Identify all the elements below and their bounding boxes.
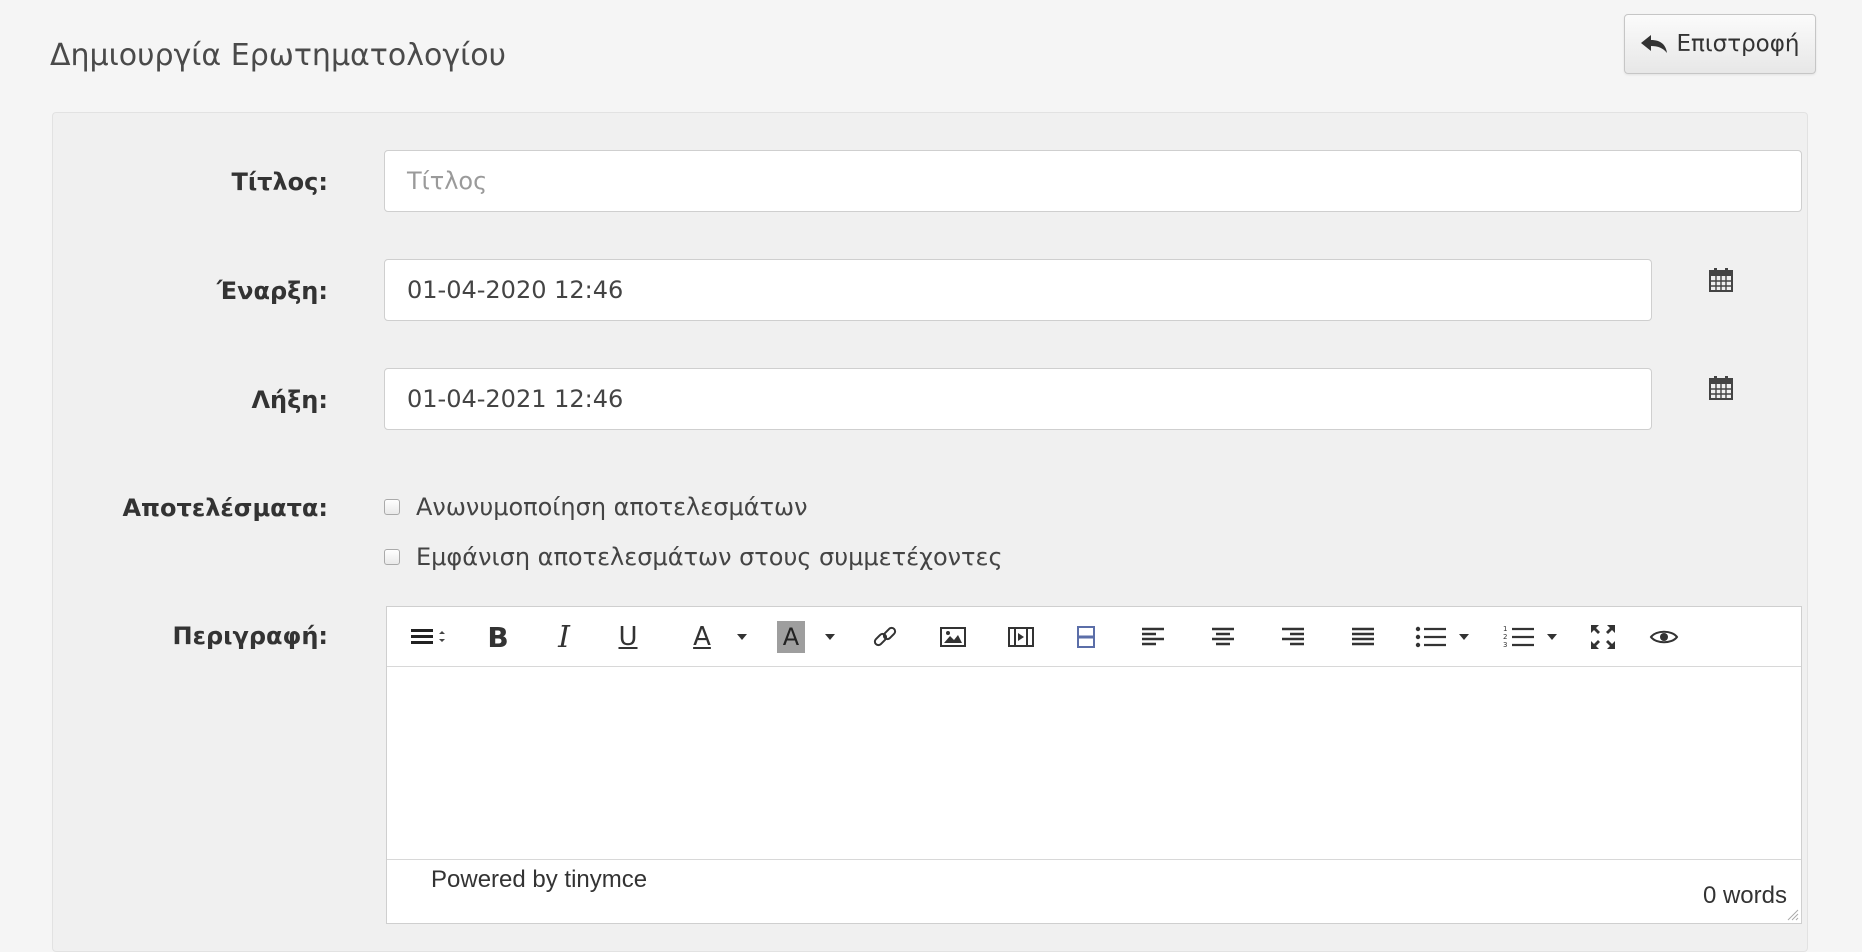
end-calendar-icon[interactable] [1708, 375, 1734, 401]
text-color-icon[interactable]: A [687, 621, 717, 653]
reply-arrow-icon [1641, 35, 1668, 53]
back-button[interactable]: Επιστροφή [1624, 14, 1816, 74]
rich-text-editor: B I U A A 1 2 3 Powered by tinymce 0 wor… [386, 606, 1802, 924]
link-icon[interactable] [869, 621, 901, 653]
end-label: Λήξη: [251, 386, 328, 414]
numbered-list-icon[interactable]: 123 [1499, 621, 1539, 653]
align-center-icon[interactable] [1207, 621, 1239, 653]
media-icon[interactable] [1005, 621, 1037, 653]
start-calendar-icon[interactable] [1708, 267, 1734, 293]
anonymize-checkbox[interactable] [384, 499, 400, 515]
show-results-label: Εμφάνιση αποτελεσμάτων στους συμμετέχοντ… [416, 543, 1003, 571]
image-icon[interactable] [937, 621, 969, 653]
anonymize-label: Ανωνυμοποίηση αποτελεσμάτων [416, 493, 808, 521]
svg-text:3: 3 [1503, 641, 1507, 649]
text-color-dropdown-icon[interactable] [735, 621, 749, 653]
numbered-list-dropdown-icon[interactable] [1545, 621, 1559, 653]
show-results-option[interactable]: Εμφάνιση αποτελεσμάτων στους συμμετέχοντ… [384, 543, 1003, 571]
fullscreen-icon[interactable] [1587, 621, 1619, 653]
template-icon[interactable] [1071, 621, 1101, 653]
bullet-list-dropdown-icon[interactable] [1457, 621, 1471, 653]
start-date-value: 01-04-2020 12:46 [407, 276, 624, 304]
preview-icon[interactable] [1647, 621, 1681, 653]
anonymize-option[interactable]: Ανωνυμοποίηση αποτελεσμάτων [384, 493, 808, 521]
editor-statusbar: Powered by tinymce 0 words [387, 859, 1801, 923]
svg-text:1: 1 [1503, 625, 1507, 633]
title-input[interactable]: Τίτλος [384, 150, 1802, 212]
end-date-value: 01-04-2021 12:46 [407, 385, 624, 413]
align-justify-icon[interactable] [1347, 621, 1379, 653]
end-date-input[interactable]: 01-04-2021 12:46 [384, 368, 1652, 430]
bullet-list-icon[interactable] [1411, 621, 1451, 653]
italic-icon[interactable]: I [549, 620, 579, 655]
svg-text:2: 2 [1503, 633, 1507, 641]
back-button-label: Επιστροφή [1676, 31, 1800, 57]
resize-handle-icon[interactable] [1785, 907, 1799, 921]
highlight-color-icon[interactable]: A [777, 621, 805, 653]
description-label: Περιγραφή: [172, 622, 328, 650]
bold-icon[interactable]: B [483, 621, 513, 654]
title-label: Τίτλος: [231, 168, 328, 196]
start-date-input[interactable]: 01-04-2020 12:46 [384, 259, 1652, 321]
powered-by-text: Powered by tinymce [431, 866, 648, 893]
results-label: Αποτελέσματα: [122, 494, 328, 522]
paragraph-format-icon[interactable] [407, 621, 451, 653]
title-input-placeholder: Τίτλος [407, 167, 488, 195]
start-label: Έναρξη: [216, 277, 328, 305]
editor-content-area[interactable] [387, 667, 1801, 861]
editor-toolbar: B I U A A 1 2 3 [387, 607, 1801, 667]
highlight-dropdown-icon[interactable] [823, 621, 837, 653]
align-left-icon[interactable] [1137, 621, 1169, 653]
show-results-checkbox[interactable] [384, 549, 400, 565]
underline-icon[interactable]: U [613, 621, 643, 653]
page-title: Δημιουργία Ερωτηματολογίου [50, 38, 506, 73]
align-right-icon[interactable] [1277, 621, 1309, 653]
word-count: 0 words [1702, 882, 1787, 909]
